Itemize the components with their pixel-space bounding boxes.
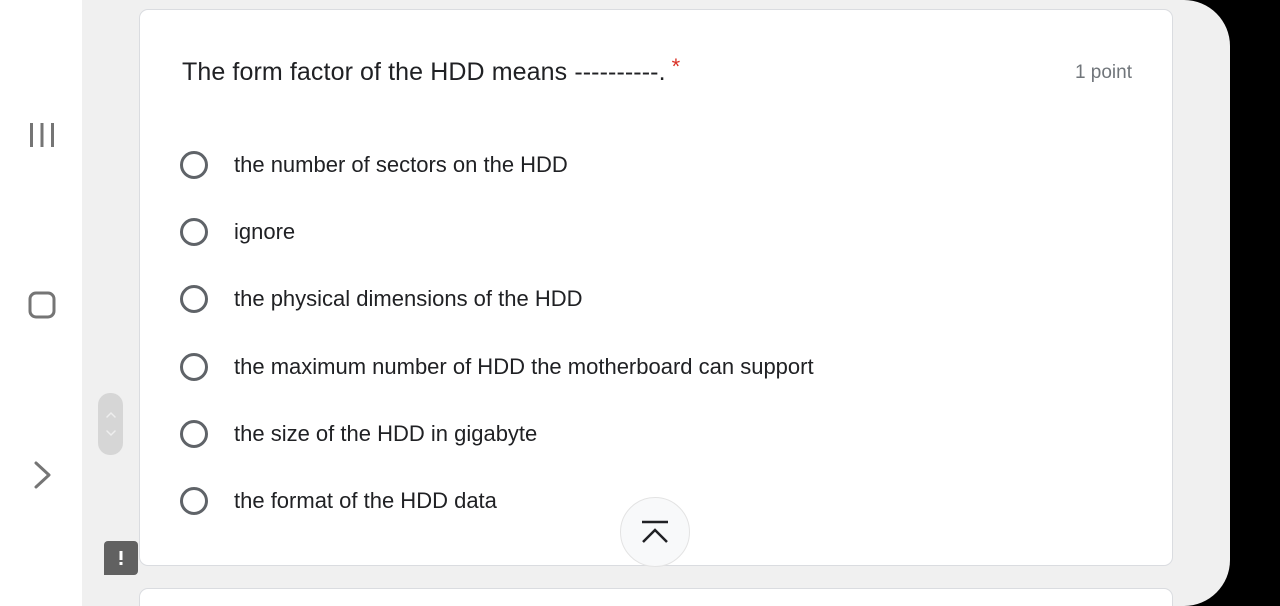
scroll-handle-icon — [105, 411, 116, 437]
option-4[interactable]: the maximum number of HDD the motherboar… — [180, 347, 814, 387]
question-points: 1 point — [1074, 62, 1132, 83]
scroll-to-top-icon — [642, 520, 668, 543]
question-text: The form factor of the HDD means -------… — [182, 58, 666, 86]
radio-button[interactable] — [180, 285, 208, 313]
feedback-icon — [119, 551, 123, 565]
option-label: the number of sectors on the HDD — [234, 152, 568, 177]
app-screen: The form factor of the HDD means -------… — [82, 0, 1230, 606]
radio-button[interactable] — [180, 151, 208, 179]
option-label: ignore — [234, 219, 296, 244]
option-1[interactable]: the number of sectors on the HDD — [180, 145, 568, 185]
option-label: the format of the HDD data — [234, 488, 497, 513]
option-label: the size of the HDD in gigabyte — [234, 421, 538, 446]
back-button[interactable] — [20, 453, 64, 497]
scroll-handle[interactable] — [98, 393, 123, 455]
radio-button[interactable] — [180, 353, 208, 381]
home-button[interactable] — [20, 283, 64, 327]
android-navigation-bar — [0, 0, 82, 606]
option-3[interactable]: the physical dimensions of the HDD — [180, 279, 583, 319]
question-card: The form factor of the HDD means -------… — [139, 9, 1173, 566]
feedback-button[interactable] — [104, 541, 138, 575]
option-label: the physical dimensions of the HDD — [234, 286, 583, 311]
option-label: the maximum number of HDD the motherboar… — [234, 354, 814, 379]
back-icon — [34, 461, 51, 489]
option-2[interactable]: ignore — [180, 212, 295, 252]
question-title: The form factor of the HDD means -------… — [182, 54, 680, 87]
radio-button[interactable] — [180, 487, 208, 515]
recents-icon — [30, 123, 54, 147]
radio-button[interactable] — [180, 218, 208, 246]
option-5[interactable]: the size of the HDD in gigabyte — [180, 414, 537, 454]
home-icon — [28, 291, 56, 319]
required-marker: * — [671, 54, 681, 79]
radio-button[interactable] — [180, 420, 208, 448]
recents-button[interactable] — [20, 113, 64, 157]
option-6[interactable]: the format of the HDD data — [180, 481, 497, 521]
scroll-to-top-button[interactable] — [620, 497, 690, 567]
next-question-card — [139, 588, 1173, 606]
